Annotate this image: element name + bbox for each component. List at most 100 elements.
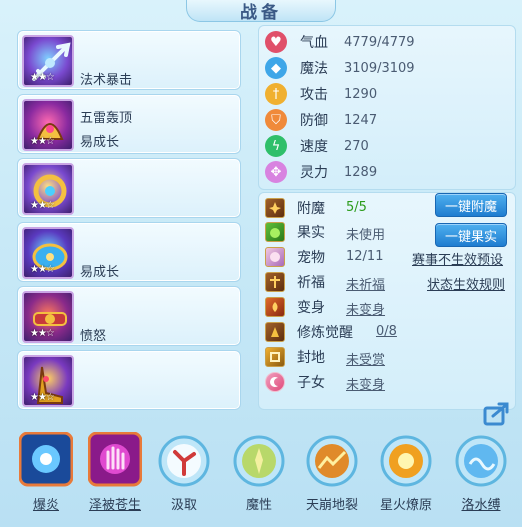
star-rating: ★★☆ xyxy=(30,328,55,339)
info-row-enchant: 附魔 xyxy=(265,196,325,220)
skill-label: 爆炎 xyxy=(32,498,59,513)
stat-row-defense: ⛉ 防御 1247 xyxy=(265,107,377,133)
stat-value: 3109/3109 xyxy=(344,60,415,76)
stat-label: 攻击 xyxy=(300,87,328,103)
starfire-icon xyxy=(380,435,432,487)
fief-icon xyxy=(265,347,285,367)
stat-row-attack: † 攻击 1290 xyxy=(265,81,377,107)
page-title: 战备 xyxy=(186,0,336,23)
star-rating: ★★☆ xyxy=(30,136,55,147)
stat-value: 1247 xyxy=(344,112,378,128)
equipment-list: ★★☆ 法术暴击 ★★☆ 五雷轰顶 易成长 ★★☆ ★★☆ 易成长 ★★☆ 愤怒 xyxy=(17,30,241,414)
shield-icon: ⛉ xyxy=(265,109,287,131)
info-row-fruit: 果实 xyxy=(265,220,325,244)
skill-label: 洛水缚 xyxy=(461,498,501,513)
pet-value: 12/11 xyxy=(346,249,384,264)
skill-label: 星火燎原 xyxy=(379,498,432,513)
weapon-icon: ★★☆ xyxy=(22,35,74,87)
children-value[interactable]: 未变身 xyxy=(346,374,385,393)
blessing-hand-icon xyxy=(88,432,142,487)
skill-label: 泽被苍生 xyxy=(88,498,141,513)
info-row-cultivation: 修炼觉醒 xyxy=(265,320,353,344)
stat-label: 速度 xyxy=(300,139,328,155)
stat-label: 魔法 xyxy=(300,61,328,77)
children-icon xyxy=(265,372,285,392)
equipment-attr-secondary: 易成长 xyxy=(80,135,120,150)
info-row-blessing: 祈福 xyxy=(265,270,325,294)
boots-icon: ★★☆ xyxy=(22,355,74,407)
cultivation-icon xyxy=(265,322,285,342)
skill-4[interactable]: 魔性 xyxy=(228,430,290,527)
demonic-nature-icon xyxy=(233,435,285,487)
transform-icon xyxy=(265,297,285,317)
info-label: 变身 xyxy=(297,300,325,316)
belt-icon: ★★☆ xyxy=(22,291,74,343)
status-rules-link[interactable]: 状态生效规则 xyxy=(427,274,505,293)
skill-label: 天崩地裂 xyxy=(305,498,358,513)
earthquake-icon xyxy=(306,435,358,487)
fruit-icon xyxy=(265,222,285,242)
info-label: 子女 xyxy=(297,375,325,391)
info-label: 附魔 xyxy=(297,201,325,217)
absorb-icon xyxy=(158,435,210,487)
info-label: 宠物 xyxy=(297,250,325,266)
equipment-attr: 五雷轰顶 xyxy=(80,111,133,126)
enchant-icon xyxy=(265,198,285,218)
share-icon[interactable] xyxy=(483,400,511,426)
equipment-attr: 易成长 xyxy=(80,265,120,280)
title-bar: 战备 xyxy=(0,0,522,23)
attribute-panel: ♥ 气血 4779/4779 ◆ 魔法 3109/3109 † 攻击 1290 … xyxy=(258,25,516,190)
stat-value: 270 xyxy=(344,138,369,154)
armor-icon: ★★☆ xyxy=(22,227,74,279)
info-row-fief: 封地 xyxy=(265,345,325,369)
equipment-slot-5[interactable]: ★★☆ 愤怒 xyxy=(17,286,241,346)
stat-value: 4779/4779 xyxy=(344,34,415,50)
skill-3[interactable]: 汲取 xyxy=(153,430,215,527)
info-row-pet: 宠物 xyxy=(265,245,325,269)
fruit-value: 未使用 xyxy=(346,228,386,243)
fief-value[interactable]: 未受赏 xyxy=(346,349,385,368)
one-click-enchant-button[interactable]: 一键附魔 xyxy=(435,193,507,217)
star-rating: ★★☆ xyxy=(30,200,55,211)
equipment-slot-2[interactable]: ★★☆ 五雷轰顶 易成长 xyxy=(17,94,241,154)
equipment-slot-1[interactable]: ★★☆ 法术暴击 xyxy=(17,30,241,90)
stat-row-spirit: ✥ 灵力 1289 xyxy=(265,159,377,185)
equipment-slot-4[interactable]: ★★☆ 易成长 xyxy=(17,222,241,282)
cultivation-value[interactable]: 0/8 xyxy=(376,324,397,339)
stat-row-speed: ϟ 速度 270 xyxy=(265,133,369,159)
diamond-icon: ◆ xyxy=(265,57,287,79)
skill-label: 汲取 xyxy=(170,498,197,513)
equipment-slot-6[interactable]: ★★☆ xyxy=(17,350,241,410)
skill-7[interactable]: 洛水缚 xyxy=(450,430,512,527)
necklace-icon: ★★☆ xyxy=(22,163,74,215)
stat-row-mp: ◆ 魔法 3109/3109 xyxy=(265,55,415,81)
info-row-transform: 变身 xyxy=(265,295,325,319)
star-rating: ★★☆ xyxy=(30,72,55,83)
water-bind-icon xyxy=(455,435,507,487)
stat-label: 灵力 xyxy=(300,165,328,181)
skill-5[interactable]: 天崩地裂 xyxy=(301,430,363,527)
cross-icon: ✥ xyxy=(265,161,287,183)
stat-label: 气血 xyxy=(300,35,328,51)
equipment-attr: 法术暴击 xyxy=(80,73,133,88)
blessing-value[interactable]: 未祈福 xyxy=(346,274,385,293)
one-click-fruit-button[interactable]: 一键果实 xyxy=(435,223,507,247)
enchant-value: 5/5 xyxy=(346,200,367,215)
equipment-slot-3[interactable]: ★★☆ xyxy=(17,158,241,218)
status-panel: 附魔 5/5 一键附魔 果实 未使用 一键果实 宠物 12/11 赛事不生效预设… xyxy=(258,192,516,410)
transform-value[interactable]: 未变身 xyxy=(346,299,385,318)
helmet-icon: ★★☆ xyxy=(22,99,74,151)
competition-preset-link[interactable]: 赛事不生效预设 xyxy=(412,249,503,268)
flame-burst-icon xyxy=(19,432,73,487)
stat-value: 1290 xyxy=(344,86,378,102)
skill-1[interactable]: 爆炎 xyxy=(15,430,77,527)
lightning-icon: ϟ xyxy=(265,135,287,157)
star-rating: ★★☆ xyxy=(30,392,55,403)
info-label: 果实 xyxy=(297,225,325,241)
sword-icon: † xyxy=(265,83,287,105)
stat-row-hp: ♥ 气血 4779/4779 xyxy=(265,29,415,55)
star-rating: ★★☆ xyxy=(30,264,55,275)
skill-6[interactable]: 星火燎原 xyxy=(375,430,437,527)
stat-label: 防御 xyxy=(300,113,328,129)
skill-2[interactable]: 泽被苍生 xyxy=(84,430,146,527)
